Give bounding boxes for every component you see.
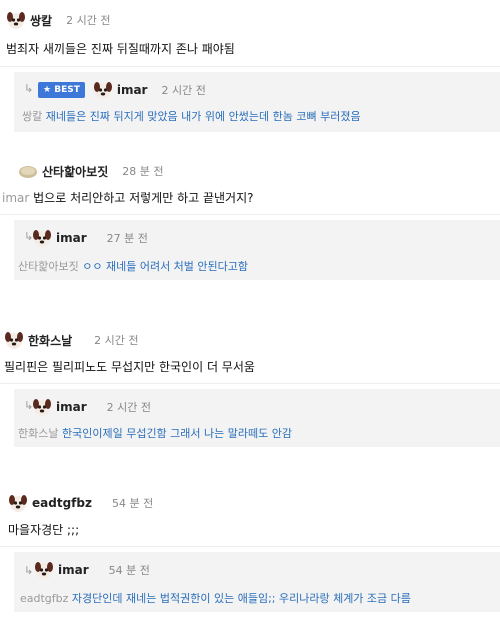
- reply-header: imar 54 분 전: [34, 560, 150, 580]
- reply-arrow-icon: ↳: [24, 82, 34, 95]
- comment-header: 산타핥아보짓 28 분 전: [18, 161, 163, 181]
- comment-header: 쌍칼 2 시간 전: [6, 10, 110, 30]
- reply-box: ↳ ★ BEST imar 2 시간 전 쌍칼 재네들은 진짜 뒤지게 맞았음 …: [14, 72, 500, 132]
- comment-author[interactable]: eadtgfbz: [32, 496, 92, 510]
- comment-time: 2 시간 전: [94, 334, 139, 347]
- reply-arrow-icon: ↳: [24, 564, 34, 577]
- comment-header: 한화스날 2 시간 전: [4, 330, 139, 350]
- reply-body: 쌍칼 재네들은 진짜 뒤지게 맞았음 내가 위에 안썼는데 한놈 코뼈 부러졌음: [22, 108, 361, 124]
- mention[interactable]: 쌍칼: [22, 110, 42, 123]
- comment-text: imar 법으로 처리안하고 저렇게만 하고 끝낸거지?: [2, 191, 254, 205]
- dog-avatar-icon[interactable]: [32, 228, 52, 248]
- mention[interactable]: eadtgfbz: [20, 592, 68, 605]
- dog-avatar-icon[interactable]: [8, 493, 28, 513]
- reply-author[interactable]: imar: [56, 231, 87, 245]
- reply-time: 2 시간 전: [161, 84, 206, 97]
- comment-header: eadtgfbz 54 분 전: [8, 493, 153, 513]
- reply-text: 한국인이제일 무섭긴함 그래서 나는 말라떼도 안감: [61, 427, 292, 440]
- reply-author[interactable]: imar: [117, 83, 148, 97]
- reply-box: ↳ imar 54 분 전 eadtgfbz 자경단인데 재네는 법적권한이 있…: [14, 552, 500, 612]
- comment-text: 마을자경단 ;;;: [8, 523, 80, 537]
- mention[interactable]: imar: [2, 191, 29, 205]
- mention[interactable]: 한화스날: [18, 427, 58, 440]
- reply-time: 2 시간 전: [106, 401, 151, 414]
- reply-body: eadtgfbz 자경단인데 재네는 법적권한이 있는 애들임;; 우리나라랑 …: [20, 590, 411, 606]
- bread-avatar-icon[interactable]: [18, 161, 38, 181]
- reply-header: imar 27 분 전: [32, 228, 148, 248]
- reply-time: 54 분 전: [108, 564, 150, 577]
- star-icon: ★: [43, 85, 55, 95]
- comment-author[interactable]: 산타핥아보짓: [42, 163, 108, 180]
- mention[interactable]: 산타핥아보짓: [18, 260, 79, 273]
- reply-box: ↳ imar 2 시간 전 한화스날 한국인이제일 무섭긴함 그래서 나는 말라…: [14, 389, 500, 447]
- reply-text: 재네들은 진짜 뒤지게 맞았음 내가 위에 안썼는데 한놈 코뼈 부러졌음: [45, 110, 361, 123]
- reply-text: ㅇㅇ 재네들 어려서 처벌 안된다고함: [82, 260, 249, 273]
- comment-author[interactable]: 한화스날: [28, 332, 72, 349]
- comment-author[interactable]: 쌍칼: [30, 12, 52, 29]
- best-badge: ★ BEST: [38, 82, 85, 98]
- reply-header: imar 2 시간 전: [32, 397, 151, 417]
- divider: [0, 383, 500, 384]
- reply-header: ★ BEST imar 2 시간 전: [38, 80, 206, 100]
- comment-text: 필리핀은 필리피노도 무섭지만 한국인이 더 무서움: [4, 360, 255, 374]
- comment-time: 2 시간 전: [66, 14, 111, 27]
- reply-author[interactable]: imar: [58, 563, 89, 577]
- reply-text: 자경단인데 재네는 법적권한이 있는 애들임;; 우리나라랑 체계가 조금 다름: [71, 592, 411, 605]
- divider: [0, 214, 500, 215]
- dog-avatar-icon[interactable]: [32, 397, 52, 417]
- dog-avatar-icon[interactable]: [6, 10, 26, 30]
- dog-avatar-icon[interactable]: [34, 560, 54, 580]
- reply-author[interactable]: imar: [56, 400, 87, 414]
- reply-body: 산타핥아보짓 ㅇㅇ 재네들 어려서 처벌 안된다고함: [18, 258, 248, 274]
- comment-time: 28 분 전: [122, 165, 164, 178]
- divider: [0, 66, 500, 67]
- dog-avatar-icon[interactable]: [4, 330, 24, 350]
- divider: [0, 546, 500, 547]
- comment-text: 범죄자 새끼들은 진짜 뒤질때까지 존나 패야됨: [6, 42, 235, 56]
- reply-box: ↳ imar 27 분 전 산타핥아보짓 ㅇㅇ 재네들 어려서 처벌 안된다고함: [14, 220, 500, 280]
- reply-time: 27 분 전: [106, 232, 148, 245]
- dog-avatar-icon[interactable]: [93, 80, 113, 100]
- comment-time: 54 분 전: [111, 497, 154, 510]
- reply-body: 한화스날 한국인이제일 무섭긴함 그래서 나는 말라떼도 안감: [18, 425, 292, 441]
